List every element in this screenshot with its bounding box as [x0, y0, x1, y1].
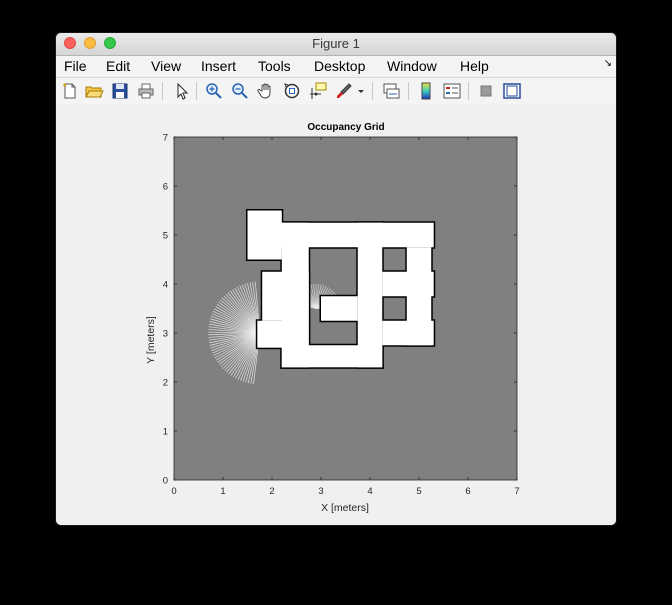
x-tick-label: 7 [514, 486, 519, 497]
toolbar-separator [468, 82, 469, 100]
chart-title: Occupancy Grid [307, 122, 384, 133]
x-tick-label: 6 [465, 486, 470, 497]
pan-hand-icon[interactable] [256, 81, 276, 101]
data-cursor-icon[interactable] [308, 81, 328, 101]
open-file-icon[interactable] [84, 81, 104, 101]
menu-bar: File Edit View Insert Tools Desktop Wind… [56, 56, 616, 76]
pointer-icon[interactable] [172, 81, 192, 101]
y-tick-label: 5 [163, 231, 168, 242]
toolbar-separator [162, 82, 163, 100]
toolbar-separator [372, 82, 373, 100]
free-cells [357, 222, 383, 368]
window-title: Figure 1 [312, 36, 360, 51]
menu-help[interactable]: Help [460, 56, 489, 76]
figure-canvas: Occupancy Grid 0 1 2 3 4 5 6 7 0 1 2 3 4 5 6 7 X [meter… [56, 104, 616, 525]
x-tick-label: 3 [318, 486, 323, 497]
toolbar-separator [196, 82, 197, 100]
dock-arrow-icon[interactable]: ↘ [604, 58, 612, 69]
show-plot-tools-icon[interactable] [502, 81, 522, 101]
free-cells [321, 296, 358, 321]
menu-insert[interactable]: Insert [201, 56, 236, 76]
zoom-in-icon[interactable] [204, 81, 224, 101]
y-tick-label: 6 [163, 182, 168, 193]
x-axis-label: X [meters] [321, 502, 369, 514]
menu-edit[interactable]: Edit [106, 56, 130, 76]
menu-tools[interactable]: Tools [258, 56, 291, 76]
occupancy-grid-plot[interactable]: Occupancy Grid 0 1 2 3 4 5 6 7 0 1 2 3 4 5 6 7 X [meter… [56, 104, 616, 525]
x-tick-label: 2 [269, 486, 274, 497]
brush-dropdown-icon[interactable] [355, 81, 367, 101]
menu-desktop[interactable]: Desktop [314, 56, 365, 76]
zoom-out-icon[interactable] [230, 81, 250, 101]
rotate-3d-icon[interactable] [282, 81, 302, 101]
link-plot-icon[interactable] [381, 81, 401, 101]
free-cells [257, 320, 309, 348]
free-cells [262, 271, 309, 321]
menu-window[interactable]: Window [387, 56, 437, 76]
brush-icon[interactable] [334, 81, 354, 101]
new-figure-icon[interactable] [60, 81, 80, 101]
y-tick-label: 1 [163, 427, 168, 438]
legend-icon[interactable] [442, 81, 462, 101]
menu-view[interactable]: View [151, 56, 181, 76]
figure-toolbar [56, 77, 616, 105]
y-tick-label: 7 [163, 133, 168, 144]
x-tick-label: 5 [416, 486, 421, 497]
title-bar[interactable]: Figure 1 [56, 33, 616, 56]
x-tick-label: 0 [171, 486, 176, 497]
x-tick-label: 4 [367, 486, 372, 497]
figure-window: Figure 1 File Edit View Insert Tools Des… [56, 33, 616, 525]
y-tick-label: 4 [163, 280, 168, 291]
y-tick-label: 3 [163, 329, 168, 340]
toolbar-separator [408, 82, 409, 100]
x-tick-label: 1 [220, 486, 225, 497]
y-tick-label: 0 [163, 476, 168, 487]
colorbar-icon[interactable] [416, 81, 436, 101]
y-tick-label: 2 [163, 378, 168, 389]
y-axis-label: Y [meters] [145, 316, 157, 364]
menu-file[interactable]: File [64, 56, 87, 76]
free-cells [406, 247, 432, 346]
hide-plot-tools-icon[interactable] [476, 81, 496, 101]
save-icon[interactable] [110, 81, 130, 101]
print-icon[interactable] [136, 81, 156, 101]
